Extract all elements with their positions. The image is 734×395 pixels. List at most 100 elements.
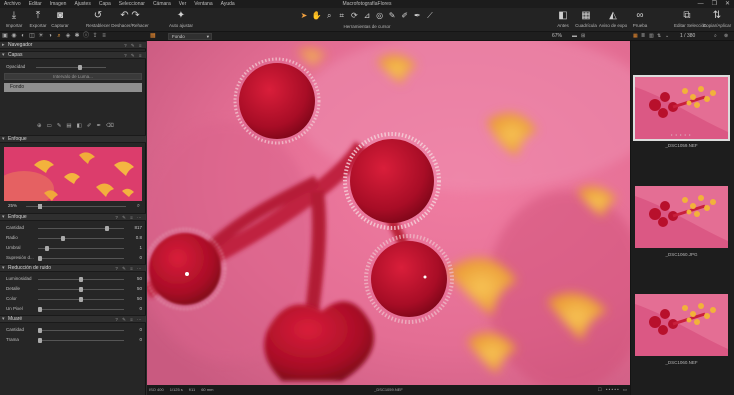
slider-row[interactable]: Cantidad 0 xyxy=(0,326,146,334)
section-tools-icons[interactable]: ? ✎ ≡ ⋯ xyxy=(115,214,143,221)
lens-tab-icon[interactable]: ◐ xyxy=(20,32,26,41)
zoom-tool-icon[interactable]: ⌕ xyxy=(323,10,335,21)
sharpening-header[interactable]: ▾ Enfoque ? ✎ ≡ ⋯ xyxy=(0,213,146,221)
color-tab-icon[interactable]: ◑ xyxy=(47,32,53,41)
copy-apply-button[interactable]: ⇅ Copiar/Aplicar xyxy=(702,9,732,28)
layer-dropdown[interactable]: Fondo xyxy=(168,33,212,40)
opacity-slider[interactable]: Opacidad xyxy=(0,63,146,71)
opacity-thumb[interactable] xyxy=(78,65,82,70)
brush-tool-icon[interactable]: ✎ xyxy=(386,10,398,21)
menu-archivo[interactable]: Archivo xyxy=(0,0,25,8)
slider-track[interactable] xyxy=(38,330,124,331)
slider-track[interactable] xyxy=(38,258,124,259)
slider-track[interactable] xyxy=(38,309,124,310)
layers-header[interactable]: ▾ Capas ? ✎ ≡ xyxy=(0,51,146,59)
undo-redo-button[interactable]: ↶ ↷ Deshacer/Rehacer xyxy=(110,9,150,28)
maximize-button[interactable]: ❐ xyxy=(712,0,717,8)
menu-editar[interactable]: Editar xyxy=(25,0,46,8)
fill-icon[interactable]: ◧ xyxy=(77,123,82,129)
image-viewer[interactable] xyxy=(147,41,630,385)
slider-value[interactable]: 0 xyxy=(139,254,142,262)
exposure-warning-button[interactable]: ◭ Aviso de expo xyxy=(598,9,628,28)
slider-track[interactable] xyxy=(38,238,124,239)
library-tab-icon[interactable]: ▣ xyxy=(2,32,8,41)
rating-dots-icon[interactable]: • • • • • xyxy=(606,385,619,395)
slider-thumb[interactable] xyxy=(61,236,65,241)
slider-thumb[interactable] xyxy=(38,307,42,312)
menu-seleccionar[interactable]: Seleccionar xyxy=(115,0,149,8)
slider-track[interactable] xyxy=(38,228,124,229)
section-tools-icons[interactable]: ? ✎ ≡ ⋯ xyxy=(115,265,143,272)
focus-zoom-thumb[interactable] xyxy=(38,204,42,209)
rotate-tool-icon[interactable]: ⟳ xyxy=(348,10,360,21)
slider-row[interactable]: Supresión d... 0 xyxy=(0,254,146,262)
eraser-icon[interactable]: ✐ xyxy=(87,123,92,129)
details-tab-icon[interactable]: ⌕ xyxy=(56,32,62,41)
metadata-tab-icon[interactable]: ⓘ xyxy=(83,32,89,41)
menu-ayuda[interactable]: Ayuda xyxy=(217,0,239,8)
focus-preview[interactable] xyxy=(4,147,142,201)
moire-header[interactable]: ▾ Muaré ? ✎ ≡ ⋯ xyxy=(0,315,146,323)
slider-row[interactable]: Trama 0 xyxy=(0,336,146,344)
batch-tab-icon[interactable]: ≡ xyxy=(101,32,107,41)
layer-mask-icon[interactable]: ▭ xyxy=(47,123,52,129)
search-icon[interactable]: ⌕ xyxy=(714,32,717,41)
new-layer-icon[interactable]: ⊕ xyxy=(37,123,42,129)
import-button[interactable]: ⤓ Importar xyxy=(4,9,24,28)
slider-thumb[interactable] xyxy=(79,287,83,292)
edit-selection-button[interactable]: ⧉ Editar Selección xyxy=(674,9,707,28)
delete-layer-icon[interactable]: ⌫ xyxy=(106,123,114,129)
slider-value[interactable]: 50 xyxy=(137,285,142,293)
menu-ver[interactable]: Ver xyxy=(175,0,191,8)
slider-value[interactable]: 50 xyxy=(137,275,142,283)
local-adjust-tab-icon[interactable]: ◈ xyxy=(65,32,71,41)
slider-value[interactable]: 817 xyxy=(134,224,142,232)
sort-icon[interactable]: ⇅ xyxy=(657,32,661,41)
focus-header[interactable]: ▾ Enfoque xyxy=(0,135,146,143)
slider-thumb[interactable] xyxy=(38,256,42,261)
before-button[interactable]: ◧ Antes xyxy=(553,9,573,28)
exposure-tab-icon[interactable]: ☀ xyxy=(38,32,44,41)
checkbox-icon[interactable]: ☐ xyxy=(598,385,602,395)
slider-row[interactable]: Radio 0.8 xyxy=(0,234,146,242)
slider-thumb[interactable] xyxy=(38,338,42,343)
list-view-icon[interactable]: ≣ xyxy=(641,32,645,41)
navigator-header[interactable]: ▸ Navegador ? ✎ ≡ xyxy=(0,41,146,49)
slider-row[interactable]: Cantidad 817 xyxy=(0,224,146,232)
crop-tool-icon[interactable]: ⌗ xyxy=(336,10,348,21)
slider-track[interactable] xyxy=(38,340,124,341)
slider-thumb[interactable] xyxy=(38,328,42,333)
composition-tab-icon[interactable]: ◫ xyxy=(29,32,35,41)
menu-ajustes[interactable]: Ajustes xyxy=(70,0,94,8)
zoom-level[interactable]: 67% xyxy=(552,32,562,41)
slider-row[interactable]: Luminosidad 50 xyxy=(0,275,146,283)
adjustments-tab-icon[interactable]: ✱ xyxy=(74,32,80,41)
fit-icon[interactable]: ⊞ xyxy=(581,32,585,41)
slider-row[interactable]: Umbral 1 xyxy=(0,244,146,252)
reset-button[interactable]: ↺ Restablecer xyxy=(84,9,112,28)
slider-thumb[interactable] xyxy=(79,277,83,282)
section-tools-icons[interactable]: ? ✎ ≡ xyxy=(124,42,143,49)
slider-value[interactable]: 0 xyxy=(139,336,142,344)
rating-dots-icon[interactable]: • • • • • xyxy=(671,132,691,137)
slider-track[interactable] xyxy=(38,248,124,249)
slider-thumb[interactable] xyxy=(79,297,83,302)
filmstrip-icon[interactable]: ▥ xyxy=(649,32,654,41)
slider-row[interactable]: Color 50 xyxy=(0,295,146,303)
section-tools-icons[interactable]: ? ✎ ≡ ⋯ xyxy=(115,316,143,323)
luma-range-button[interactable]: Intervalo de Luma... xyxy=(4,73,142,80)
eraser-tool-icon[interactable]: ✐ xyxy=(399,10,411,21)
slider-row[interactable]: Un Pixel 0 xyxy=(0,305,146,313)
thumbnail-grid-icon[interactable]: ▦ xyxy=(633,32,638,41)
spot-tool-icon[interactable]: ◎ xyxy=(374,10,386,21)
gradient-icon[interactable]: ▤ xyxy=(66,123,71,129)
output-tab-icon[interactable]: ⇪ xyxy=(92,32,98,41)
single-view-icon[interactable]: ▦ xyxy=(150,32,156,41)
menu-ventana[interactable]: Ventana xyxy=(190,0,216,8)
pen-icon[interactable]: ✒ xyxy=(96,123,101,129)
loupe-icon[interactable]: ⌕ xyxy=(137,202,140,210)
section-tools-icons[interactable]: ? ✎ ≡ xyxy=(124,52,143,59)
menu-camara[interactable]: Cámara xyxy=(149,0,175,8)
proof-button[interactable]: ∞ Prueba xyxy=(630,9,650,28)
gradient-tool-icon[interactable]: ⟋ xyxy=(424,10,436,21)
